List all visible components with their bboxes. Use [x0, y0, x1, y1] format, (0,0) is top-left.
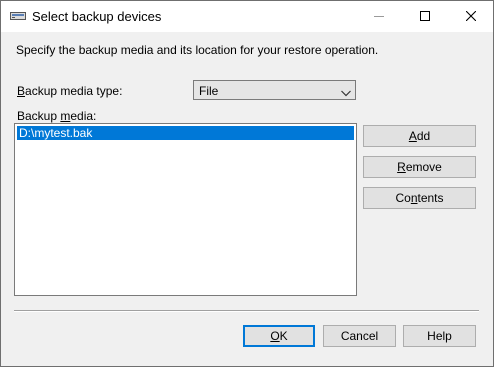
button-label-rest: dd [416, 129, 431, 143]
button-label-mnemonic: A [408, 129, 417, 143]
backup-media-list[interactable]: D:\mytest.bak [14, 123, 357, 296]
backup-media-type-value: File [199, 84, 219, 98]
instruction-text: Specify the backup media and its locatio… [16, 43, 379, 57]
maximize-icon [420, 11, 430, 21]
button-label-prefix: Co [395, 191, 411, 205]
button-label-mnemonic: R [397, 160, 406, 174]
label-mnemonic: B [17, 84, 26, 98]
minimize-button[interactable] [356, 1, 402, 32]
remove-button[interactable]: Remove [363, 156, 476, 178]
help-button[interactable]: Help [403, 325, 476, 347]
close-button[interactable] [448, 1, 494, 32]
ok-button[interactable]: OK [243, 325, 315, 347]
window-title: Select backup devices [32, 9, 162, 24]
button-label-mnemonic: n [410, 191, 418, 205]
label-prefix: Backup [17, 109, 61, 123]
contents-button[interactable]: Contents [363, 187, 476, 209]
divider [14, 310, 479, 312]
backup-media-label: Backup media: [17, 109, 96, 123]
close-icon [466, 11, 476, 21]
button-label-rest: emove [405, 160, 442, 174]
button-label-rest: tents [417, 191, 444, 205]
backup-device-icon [10, 10, 26, 25]
title-bar[interactable]: Select backup devices [1, 1, 493, 32]
button-label-rest: K [279, 329, 288, 343]
backup-media-type-label: Backup media type: [17, 84, 122, 98]
backup-media-type-select[interactable]: File [193, 80, 356, 100]
maximize-button[interactable] [402, 1, 448, 32]
minimize-icon [374, 16, 384, 17]
select-backup-devices-dialog: Select backup devices Specify the backup… [0, 0, 494, 367]
label-rest: ackup media type: [25, 84, 123, 98]
chevron-down-icon [341, 86, 351, 100]
button-label-mnemonic: O [270, 329, 280, 343]
add-button[interactable]: Add [363, 125, 476, 147]
cancel-button[interactable]: Cancel [323, 325, 396, 347]
list-item[interactable]: D:\mytest.bak [17, 126, 354, 140]
label-mnemonic: m [60, 109, 71, 123]
label-rest: edia: [70, 109, 97, 123]
